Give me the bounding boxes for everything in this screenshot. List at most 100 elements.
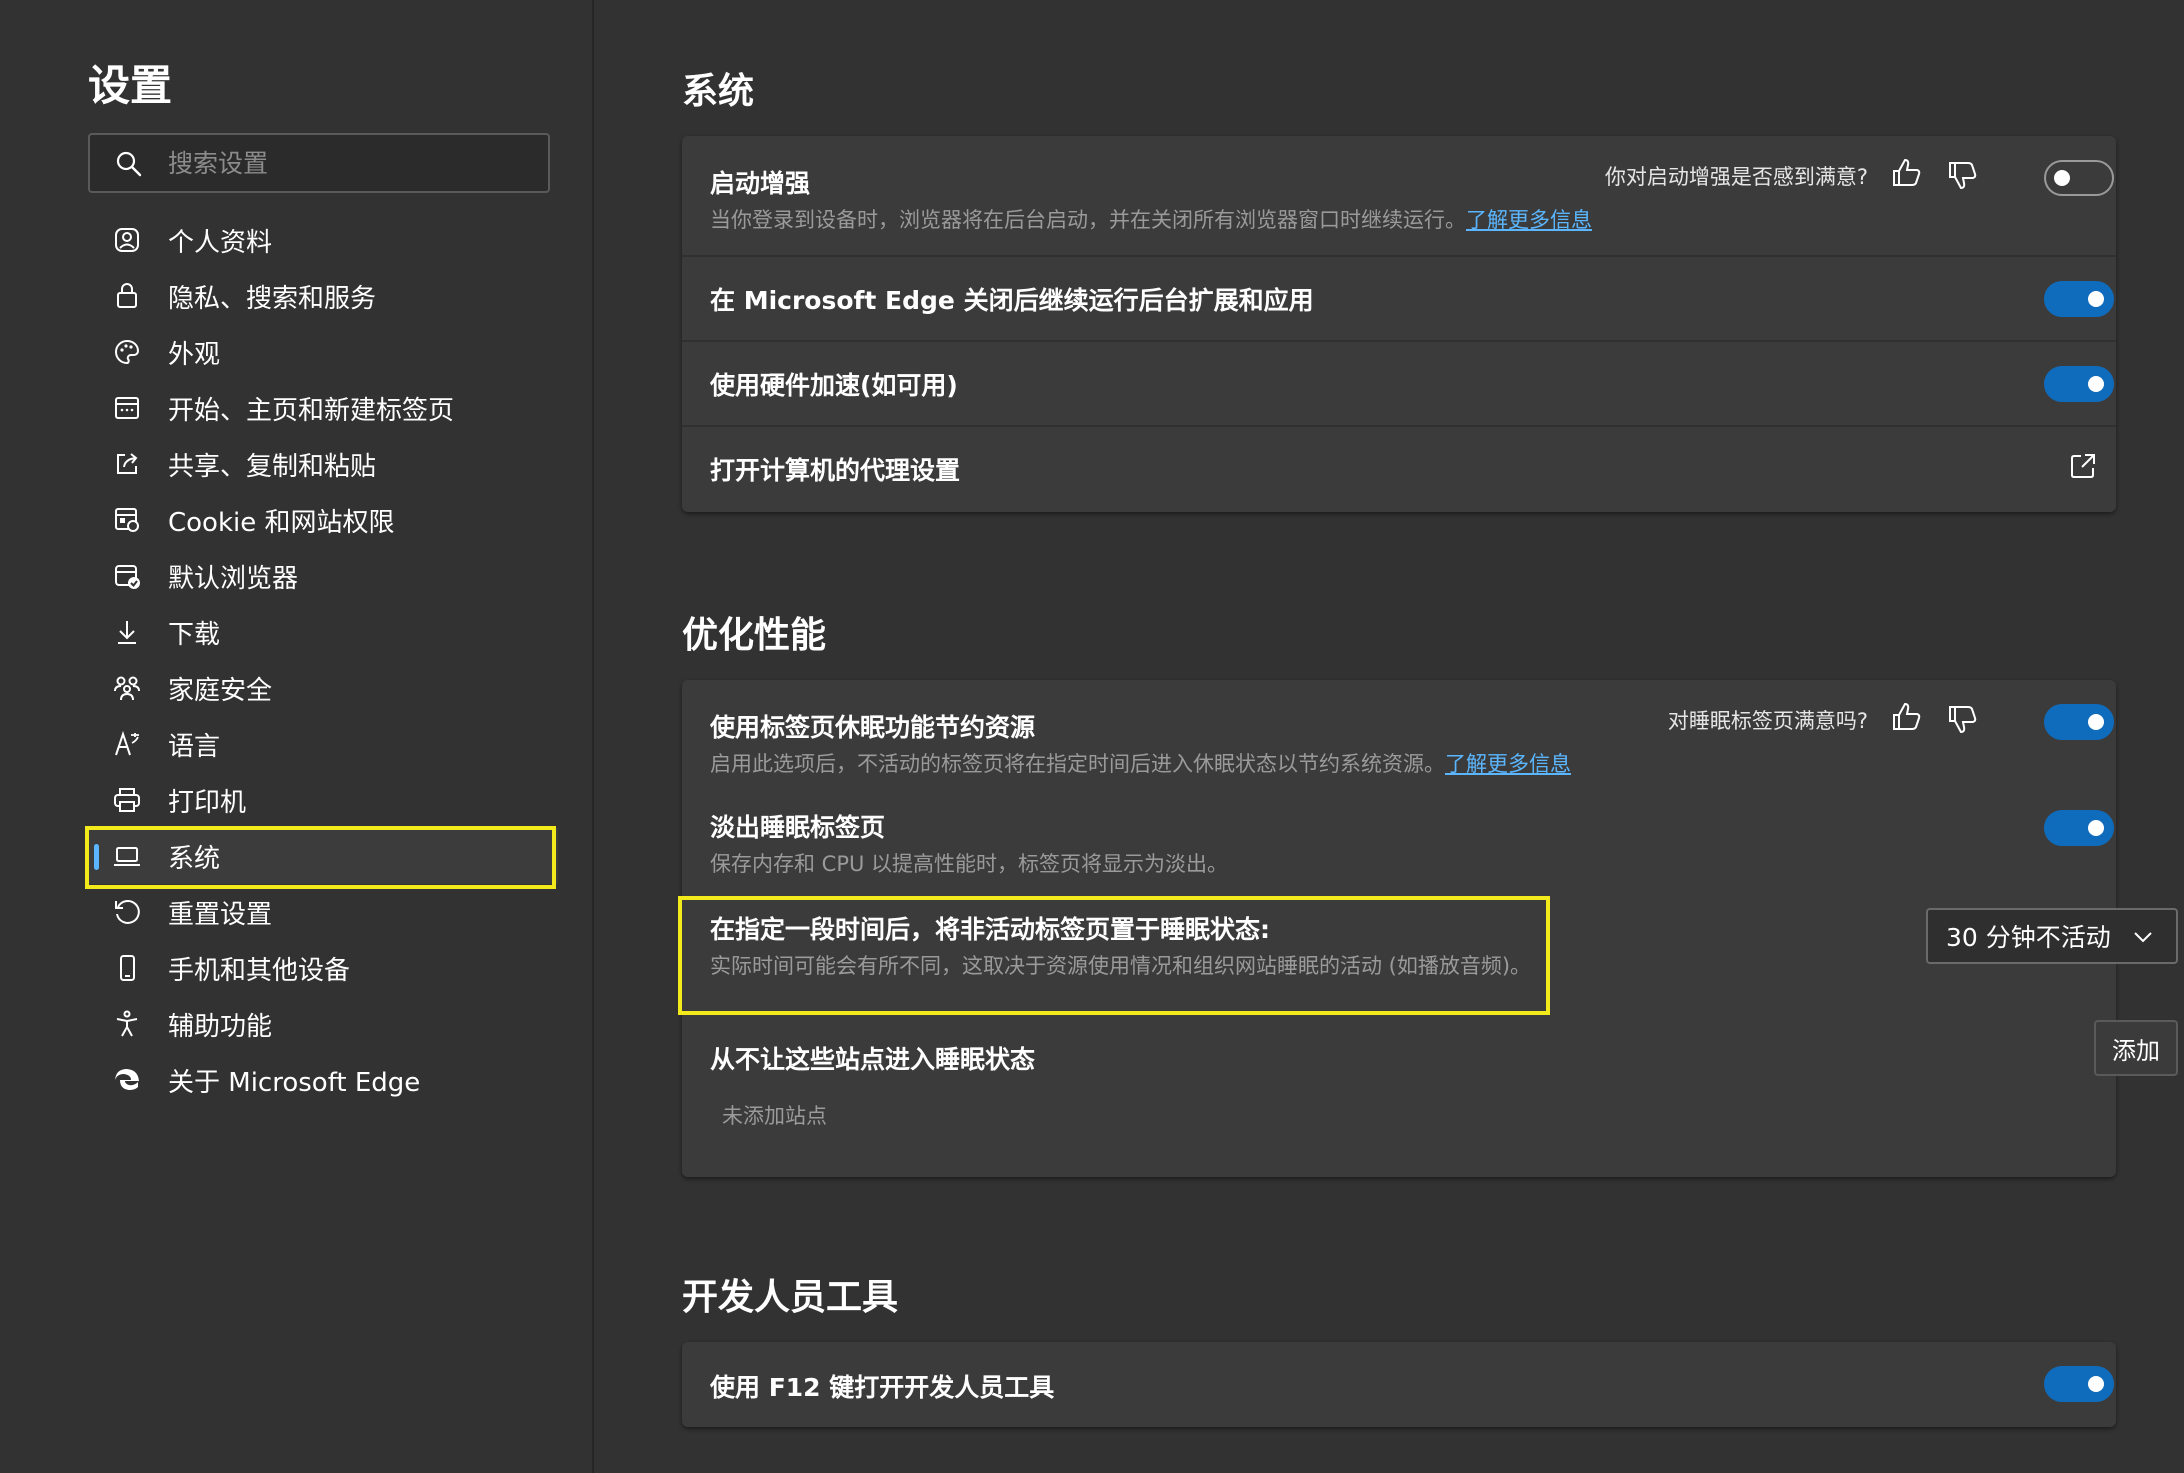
setting-sleep-after: 在指定一段时间后，将非活动标签页置于睡眠状态: 实际时间可能会有所不同，这取决于… bbox=[682, 888, 2178, 998]
sidebar-item-label: 语言 bbox=[168, 731, 221, 762]
setting-title: 在 Microsoft Edge 关闭后继续运行后台扩展和应用 bbox=[710, 286, 1314, 315]
setting-background-apps: 在 Microsoft Edge 关闭后继续运行后台扩展和应用 bbox=[682, 257, 2116, 341]
laptop-icon bbox=[110, 839, 144, 873]
sidebar-item-label: 辅助功能 bbox=[168, 1011, 273, 1042]
setting-title: 启动增强 bbox=[710, 169, 811, 198]
setting-description: 当你登录到设备时，浏览器将在后台启动，并在关闭所有浏览器窗口时继续运行。了解更多… bbox=[710, 204, 1592, 234]
sidebar-item-system[interactable]: 系统 bbox=[88, 828, 558, 884]
phone-icon bbox=[110, 951, 144, 985]
home-tab-icon bbox=[110, 391, 144, 425]
sidebar-item-family[interactable]: 家庭安全 bbox=[88, 660, 558, 716]
sidebar-item-profile[interactable]: 个人资料 bbox=[88, 212, 558, 268]
setting-title: 使用标签页休眠功能节约资源 bbox=[710, 713, 1036, 742]
sidebar-item-languages[interactable]: 语言 bbox=[88, 716, 558, 772]
sidebar-item-label: Cookie 和网站权限 bbox=[168, 507, 395, 538]
feedback-question: 对睡眠标签页满意吗? bbox=[1667, 709, 1868, 733]
browser-icon bbox=[110, 559, 144, 593]
setting-title: 打开计算机的代理设置 bbox=[710, 456, 961, 485]
palette-icon bbox=[110, 335, 144, 369]
settings-window: 设置 个人资料 隐私、搜索和服务 外观 开始、主页和新建标签页 bbox=[0, 0, 2184, 1473]
setting-title: 在指定一段时间后，将非活动标签页置于睡眠状态: bbox=[710, 915, 1270, 944]
sidebar-item-label: 默认浏览器 bbox=[168, 563, 299, 594]
sidebar-item-start-home[interactable]: 开始、主页和新建标签页 bbox=[88, 380, 558, 436]
sidebar-item-privacy[interactable]: 隐私、搜索和服务 bbox=[88, 268, 558, 324]
sidebar-item-appearance[interactable]: 外观 bbox=[88, 324, 558, 380]
hardware-accel-toggle[interactable] bbox=[2044, 366, 2114, 402]
printer-icon bbox=[110, 783, 144, 817]
desc-text: 启用此选项后，不活动的标签页将在指定时间后进入休眠状态以节约系统资源。 bbox=[710, 752, 1445, 776]
devtools-card: 使用 F12 键打开开发人员工具 bbox=[682, 1342, 2116, 1427]
sidebar-item-printers[interactable]: 打印机 bbox=[88, 772, 558, 828]
sleeping-tabs-toggle[interactable] bbox=[2044, 704, 2114, 740]
learn-more-link[interactable]: 了解更多信息 bbox=[1466, 208, 1592, 232]
sidebar: 设置 个人资料 隐私、搜索和服务 外观 开始、主页和新建标签页 bbox=[0, 0, 594, 1473]
edge-logo-icon bbox=[110, 1063, 144, 1097]
sidebar-item-reset[interactable]: 重置设置 bbox=[88, 884, 558, 940]
sidebar-item-label: 手机和其他设备 bbox=[168, 955, 351, 986]
sidebar-item-downloads[interactable]: 下载 bbox=[88, 604, 558, 660]
share-icon bbox=[110, 447, 144, 481]
dropdown-value: 30 分钟不活动 bbox=[1946, 923, 2111, 952]
setting-description: 保存内存和 CPU 以提高性能时，标签页将显示为淡出。 bbox=[710, 852, 1229, 876]
profile-icon bbox=[110, 223, 144, 257]
empty-sites-text: 未添加站点 bbox=[722, 1104, 827, 1128]
sidebar-item-label: 共享、复制和粘贴 bbox=[168, 451, 377, 482]
search-box[interactable] bbox=[88, 133, 550, 193]
background-apps-toggle[interactable] bbox=[2044, 281, 2114, 317]
setting-hardware-accel: 使用硬件加速(如可用) bbox=[682, 342, 2116, 426]
learn-more-link[interactable]: 了解更多信息 bbox=[1445, 752, 1571, 776]
section-title-performance: 优化性能 bbox=[682, 615, 827, 656]
setting-startup-boost: 启动增强 当你登录到设备时，浏览器将在后台启动，并在关闭所有浏览器窗口时继续运行… bbox=[682, 136, 2116, 256]
thumbs-up-icon[interactable] bbox=[1890, 156, 1924, 190]
thumbs-down-icon[interactable] bbox=[1946, 702, 1980, 736]
sidebar-item-accessibility[interactable]: 辅助功能 bbox=[88, 996, 558, 1052]
thumbs-down-icon[interactable] bbox=[1946, 158, 1980, 192]
sidebar-title: 设置 bbox=[88, 61, 173, 110]
main-content: 系统 启动增强 当你登录到设备时，浏览器将在后台启动，并在关闭所有浏览器窗口时继… bbox=[596, 0, 2184, 1473]
desc-text: 当你登录到设备时，浏览器将在后台启动，并在关闭所有浏览器窗口时继续运行。 bbox=[710, 208, 1466, 232]
language-icon bbox=[110, 727, 144, 761]
performance-card: 使用标签页休眠功能节约资源 启用此选项后，不活动的标签页将在指定时间后进入休眠状… bbox=[682, 680, 2178, 1177]
setting-f12-devtools: 使用 F12 键打开开发人员工具 bbox=[682, 1342, 2116, 1427]
sidebar-item-label: 打印机 bbox=[168, 787, 247, 818]
sidebar-item-share[interactable]: 共享、复制和粘贴 bbox=[88, 436, 558, 492]
sidebar-item-label: 下载 bbox=[168, 619, 221, 650]
download-icon bbox=[110, 615, 144, 649]
thumbs-up-icon[interactable] bbox=[1890, 700, 1924, 734]
sidebar-item-phone[interactable]: 手机和其他设备 bbox=[88, 940, 558, 996]
chevron-down-icon bbox=[2130, 924, 2156, 956]
search-input[interactable] bbox=[168, 143, 538, 183]
sidebar-item-label: 家庭安全 bbox=[168, 675, 273, 706]
add-site-button[interactable]: 添加 bbox=[2094, 1020, 2178, 1076]
sidebar-item-cookies[interactable]: Cookie 和网站权限 bbox=[88, 492, 558, 548]
sidebar-item-label: 系统 bbox=[168, 843, 221, 874]
setting-title: 使用硬件加速(如可用) bbox=[710, 371, 958, 400]
lock-icon bbox=[110, 279, 144, 313]
feedback-question: 你对启动增强是否感到满意? bbox=[1604, 165, 1868, 189]
sidebar-item-label: 开始、主页和新建标签页 bbox=[168, 395, 455, 426]
setting-description: 启用此选项后，不活动的标签页将在指定时间后进入休眠状态以节约系统资源。了解更多信… bbox=[710, 748, 1571, 778]
setting-description: 实际时间可能会有所不同，这取决于资源使用情况和组织网站睡眠的活动 (如播放音频)… bbox=[710, 954, 1532, 978]
setting-title: 从不让这些站点进入睡眠状态 bbox=[710, 1045, 1036, 1074]
family-icon bbox=[110, 671, 144, 705]
startup-boost-toggle[interactable] bbox=[2044, 160, 2114, 196]
sleep-timeout-dropdown[interactable]: 30 分钟不活动 bbox=[1926, 908, 2178, 964]
sidebar-item-about[interactable]: 关于 Microsoft Edge bbox=[88, 1052, 558, 1108]
sidebar-item-label: 个人资料 bbox=[168, 227, 273, 258]
setting-title: 使用 F12 键打开开发人员工具 bbox=[710, 1373, 1055, 1402]
sidebar-item-label: 关于 Microsoft Edge bbox=[168, 1067, 421, 1098]
f12-devtools-toggle[interactable] bbox=[2044, 1366, 2114, 1402]
sidebar-item-label: 重置设置 bbox=[168, 899, 273, 930]
search-icon bbox=[114, 149, 144, 183]
sidebar-item-default-browser[interactable]: 默认浏览器 bbox=[88, 548, 558, 604]
setting-sleeping-tabs: 使用标签页休眠功能节约资源 启用此选项后，不活动的标签页将在指定时间后进入休眠状… bbox=[682, 680, 2116, 788]
cookie-icon bbox=[110, 503, 144, 537]
setting-proxy[interactable]: 打开计算机的代理设置 bbox=[682, 427, 2116, 512]
fade-tabs-toggle[interactable] bbox=[2044, 810, 2114, 846]
external-link-icon[interactable] bbox=[2068, 451, 2098, 485]
sidebar-item-label: 外观 bbox=[168, 339, 221, 370]
system-card: 启动增强 当你登录到设备时，浏览器将在后台启动，并在关闭所有浏览器窗口时继续运行… bbox=[682, 136, 2116, 512]
sidebar-item-label: 隐私、搜索和服务 bbox=[168, 283, 377, 314]
section-title-devtools: 开发人员工具 bbox=[682, 1277, 899, 1318]
setting-title: 淡出睡眠标签页 bbox=[710, 813, 886, 842]
